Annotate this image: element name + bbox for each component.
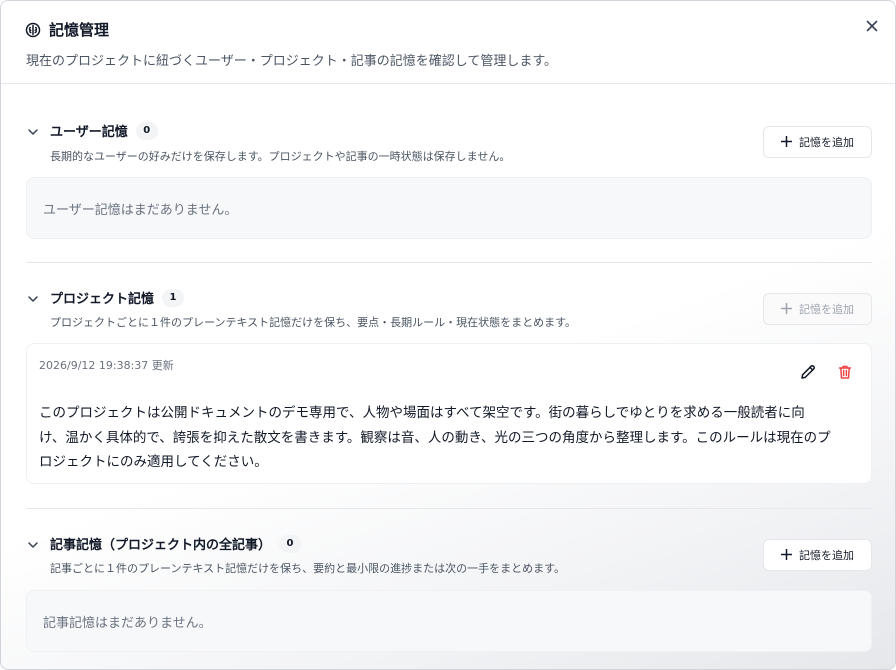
- memory-updated-time: 2026/9/12 19:38:37 更新: [39, 359, 174, 372]
- article-section-title: 記事記憶（プロジェクト内の全記事）: [50, 538, 272, 553]
- article-count-badge: 0: [279, 534, 302, 553]
- user-section-heading: ユーザー記憶 0: [50, 121, 158, 140]
- collapse-project-section-button[interactable]: [27, 290, 39, 302]
- user-empty-state: ユーザー記憶はまだありません。: [26, 177, 872, 239]
- title-row: 記憶管理: [25, 19, 109, 40]
- add-project-memory-label: 記憶を追加: [799, 303, 854, 316]
- add-article-memory-button[interactable]: 記憶を追加: [763, 539, 872, 571]
- memory-line: け、温かく具体的で、誇張を抑えた散文を書きます。観察は音、人の動き、光の三つの角…: [39, 429, 831, 446]
- memory-content: このプロジェクトは公開ドキュメントのデモ専用で、人物や場面はすべて架空です。街の…: [39, 401, 865, 475]
- dialog-title: 記憶管理: [49, 21, 110, 39]
- pencil-icon: [799, 365, 817, 385]
- memory-line: このプロジェクトは公開ドキュメントのデモ専用で、人物や場面はすべて架空です。街の…: [39, 405, 805, 421]
- article-section-description: 記事ごとに１件のプレーンテキスト記憶だけを保ち、要約と最小限の進捗または次の一手…: [50, 562, 566, 575]
- trash-icon: [836, 365, 854, 385]
- section-divider: [26, 508, 872, 509]
- project-section-description: プロジェクトごとに１件のプレーンテキスト記憶だけを保ち、要点・長期ルール・現在状…: [50, 316, 577, 329]
- plus-icon: [780, 548, 793, 563]
- article-empty-state: 記事記憶はまだありません。: [26, 590, 872, 652]
- chevron-down-icon: [28, 287, 38, 306]
- user-count-badge: 0: [135, 121, 158, 140]
- user-section-title: ユーザー記憶: [50, 125, 128, 140]
- chevron-down-icon: [28, 120, 38, 139]
- brain-icon: [25, 22, 41, 38]
- add-project-memory-button[interactable]: 記憶を追加: [763, 293, 872, 325]
- article-section-heading: 記事記憶（プロジェクト内の全記事） 0: [50, 534, 302, 553]
- memory-dialog: 記憶管理 現在のプロジェクトに紐づくユーザー・プロジェクト・記事の記憶を確認して…: [0, 0, 896, 670]
- add-article-memory-label: 記憶を追加: [799, 549, 854, 562]
- project-section-title: プロジェクト記憶: [50, 292, 155, 307]
- plus-icon: [780, 135, 793, 150]
- collapse-user-section-button[interactable]: [27, 123, 39, 135]
- edit-memory-button[interactable]: [799, 363, 817, 381]
- dialog-header: 記憶管理 現在のプロジェクトに紐づくユーザー・プロジェクト・記事の記憶を確認して…: [1, 1, 895, 84]
- chevron-down-icon: [28, 533, 38, 552]
- section-divider: [26, 262, 872, 263]
- add-user-memory-button[interactable]: 記憶を追加: [763, 126, 872, 158]
- project-section-heading: プロジェクト記憶 1: [50, 288, 185, 307]
- memory-line: ロジェクトにのみ適用してください。: [39, 454, 268, 470]
- user-section-description: 長期的なユーザーの好みだけを保存します。プロジェクトや記事の一時状態は保存しませ…: [50, 150, 511, 163]
- project-memory-card: 2026/9/12 19:38:37 更新 このプロジェクトは公開ドキュメントの…: [26, 343, 872, 484]
- close-icon: [866, 17, 878, 36]
- delete-memory-button[interactable]: [836, 363, 854, 381]
- close-button[interactable]: [863, 17, 881, 35]
- add-user-memory-label: 記憶を追加: [799, 136, 854, 149]
- dialog-subtitle: 現在のプロジェクトに紐づくユーザー・プロジェクト・記事の記憶を確認して管理します…: [26, 54, 558, 69]
- project-count-badge: 1: [162, 288, 185, 307]
- plus-icon: [780, 302, 793, 317]
- collapse-article-section-button[interactable]: [27, 536, 39, 548]
